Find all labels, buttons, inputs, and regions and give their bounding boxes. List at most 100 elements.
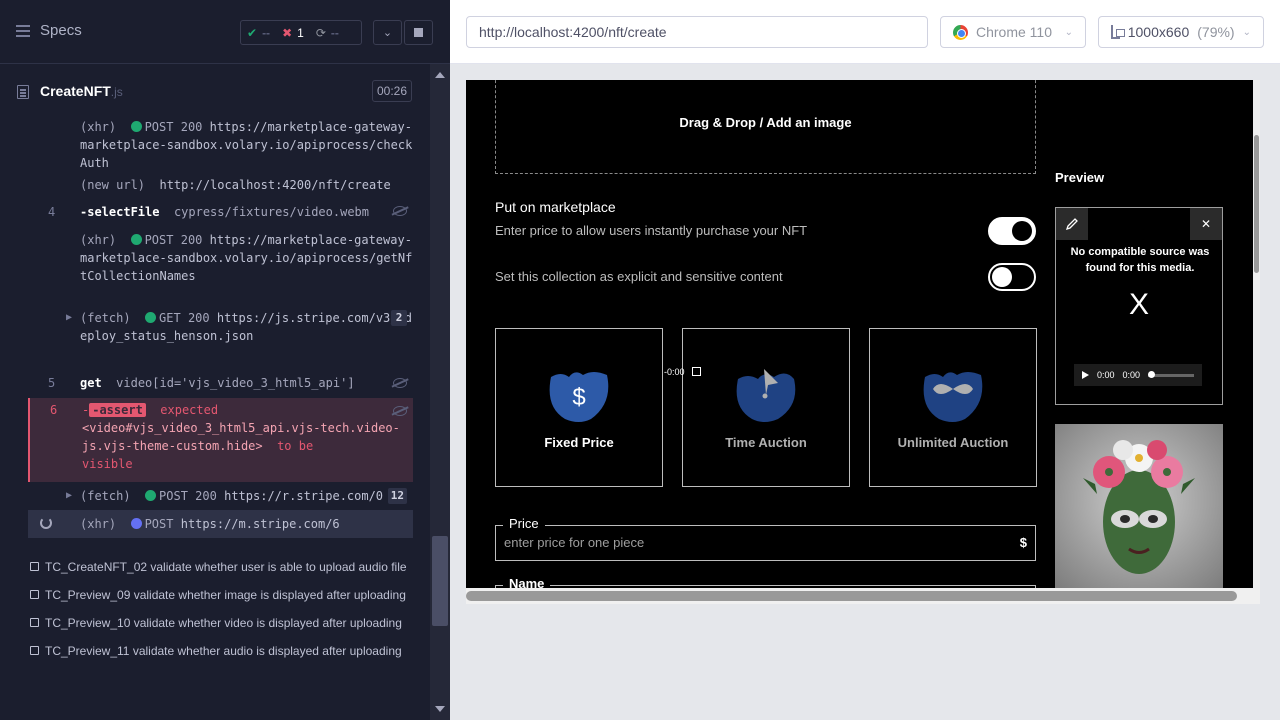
test-status-icon xyxy=(30,618,39,627)
preview-title: Preview xyxy=(1055,170,1105,185)
scrollbar-thumb[interactable] xyxy=(466,591,1237,601)
unlimited-auction-label: Unlimited Auction xyxy=(897,435,1009,450)
aut-iframe: Drag & Drop / Add an image Put on market… xyxy=(466,80,1260,604)
specs-toggle-button[interactable]: Specs xyxy=(16,22,82,39)
chevron-down-icon[interactable]: ⌄ xyxy=(373,20,402,45)
reporter-scrollbar[interactable] xyxy=(430,64,450,720)
price-placeholder: enter price for one piece xyxy=(504,535,645,550)
fixed-price-label: Fixed Price xyxy=(544,435,614,450)
loading-spinner-icon xyxy=(40,517,52,529)
play-icon[interactable] xyxy=(1082,371,1089,379)
test-status-icon xyxy=(30,646,39,655)
request-count-badge: 12 xyxy=(387,488,407,504)
command-new-url[interactable]: (new url) http://localhost:4200/nft/crea… xyxy=(28,170,413,198)
viewport-zoom: (79%) xyxy=(1197,24,1235,40)
command-assert-failed[interactable]: 6- -assert expected <video#vjs_video_3_ht… xyxy=(28,398,413,482)
unlimited-auction-card[interactable]: Unlimited Auction xyxy=(869,328,1037,487)
spec-file-header[interactable]: CreateNFT.js xyxy=(0,64,430,118)
viewport-select[interactable]: 1000x660 (79%) ⌄ xyxy=(1098,16,1264,48)
command-xhr-pending[interactable]: (xhr) POST https://m.stripe.com/6 xyxy=(28,510,413,538)
url-input[interactable]: http://localhost:4200/nft/create xyxy=(466,16,928,48)
currency-symbol: $ xyxy=(1019,535,1027,550)
command-log: (xhr) POST 200 https://marketplace-gatew… xyxy=(28,118,413,538)
specs-label: Specs xyxy=(40,22,82,39)
menu-icon xyxy=(16,24,30,37)
browser-select[interactable]: Chrome 110 ⌄ xyxy=(940,16,1086,48)
test-item[interactable]: TC_Preview_11 validate whether audio is … xyxy=(28,642,413,660)
edit-icon[interactable] xyxy=(1056,208,1088,240)
name-label: Name xyxy=(503,576,551,588)
test-item[interactable]: TC_CreateNFT_02 validate whether user is… xyxy=(28,558,413,576)
aut-header: http://localhost:4200/nft/create Chrome … xyxy=(450,0,1280,64)
video-remaining-time: -0:00 xyxy=(664,367,685,377)
mask-illustration xyxy=(1083,440,1195,574)
marketplace-toggle[interactable] xyxy=(988,217,1036,245)
app-horizontal-scrollbar[interactable] xyxy=(466,588,1260,604)
test-item[interactable]: TC_Preview_10 validate whether video is … xyxy=(28,614,413,632)
chrome-icon xyxy=(953,24,968,40)
passed-stat: ✔ -- xyxy=(247,25,271,40)
pending-stat: ⟳ -- xyxy=(315,25,339,40)
eye-slash-icon[interactable] xyxy=(393,406,407,416)
status-dot xyxy=(130,234,142,245)
mask-image xyxy=(1055,424,1223,588)
test-list: TC_CreateNFT_02 validate whether user is… xyxy=(28,558,413,670)
command-get[interactable]: 5 get video[id='vjs_video_3_html5_api'] xyxy=(28,372,413,398)
image-dropzone[interactable]: Drag & Drop / Add an image xyxy=(495,80,1036,174)
time-auction-card[interactable]: Time Auction xyxy=(682,328,850,487)
browser-name: Chrome 110 xyxy=(976,24,1053,40)
command-fetch[interactable]: ▶ (fetch) GET 200 https://js.stripe.com/… xyxy=(28,308,413,372)
command-select-file[interactable]: 4 -selectFile cypress/fixtures/video.webm xyxy=(28,198,413,226)
scrollbar-thumb[interactable] xyxy=(1254,135,1259,273)
video-controls: 0:00 0:00 xyxy=(1074,364,1202,386)
video-duration: 0:00 xyxy=(1122,370,1141,380)
chevron-right-icon[interactable]: ▶ xyxy=(66,487,72,505)
chevron-right-icon[interactable]: ▶ xyxy=(66,309,72,327)
command-fetch[interactable]: ▶ (fetch) POST 200 https://r.stripe.com/… xyxy=(28,482,413,508)
create-nft-page: Drag & Drop / Add an image Put on market… xyxy=(466,80,1253,588)
status-dot xyxy=(130,121,142,132)
status-dot xyxy=(130,518,142,529)
command-xhr[interactable]: (xhr) POST 200 https://marketplace-gatew… xyxy=(28,118,413,170)
reporter-header: Specs ✔ -- ✖ 1 ⟳ -- ⌄ xyxy=(0,0,450,64)
price-label: Price xyxy=(503,516,545,531)
failed-stat: ✖ 1 xyxy=(282,25,304,40)
test-status-icon xyxy=(30,590,39,599)
viewport-size: 1000x660 xyxy=(1127,24,1190,40)
viewport-icon xyxy=(1111,25,1125,39)
assert-tag: -assert xyxy=(89,403,146,417)
stop-icon xyxy=(414,28,423,37)
fullscreen-icon[interactable] xyxy=(692,367,701,376)
status-dot xyxy=(145,312,157,323)
fixed-price-card[interactable]: $ Fixed Price xyxy=(495,328,663,487)
explicit-label: Set this collection as explicit and sens… xyxy=(495,269,783,284)
explicit-toggle[interactable] xyxy=(988,263,1036,291)
marketplace-title: Put on marketplace xyxy=(495,199,616,215)
scroll-down-icon[interactable] xyxy=(435,706,445,712)
svg-text:$: $ xyxy=(572,384,585,411)
request-count-badge: 2 xyxy=(391,310,407,326)
eye-slash-icon[interactable] xyxy=(393,378,407,388)
command-xhr[interactable]: (xhr) POST 200 https://marketplace-gatew… xyxy=(28,226,413,308)
chevron-down-icon: ⌄ xyxy=(1242,26,1251,38)
test-stats: ✔ -- ✖ 1 ⟳ -- xyxy=(240,20,362,45)
test-item[interactable]: TC_Preview_09 validate whether image is … xyxy=(28,586,413,604)
close-icon[interactable]: ✕ xyxy=(1190,208,1222,240)
infinity-icon xyxy=(923,372,983,422)
price-input[interactable]: enter price for one piece $ xyxy=(495,525,1036,561)
file-icon xyxy=(17,85,29,99)
video-error-x: X xyxy=(1128,288,1149,321)
video-progress-bar[interactable] xyxy=(1148,371,1194,378)
marketplace-subtitle: Enter price to allow users instantly pur… xyxy=(495,223,808,238)
chevron-down-icon: ⌄ xyxy=(1064,26,1073,38)
video-error-message: No compatible source was found for this … xyxy=(1070,246,1210,274)
eye-slash-icon[interactable] xyxy=(393,206,407,216)
video-current-time: 0:00 xyxy=(1097,370,1115,380)
cypress-reporter: Specs ✔ -- ✖ 1 ⟳ -- ⌄ CreateNFT.js 00:26… xyxy=(0,0,450,720)
test-status-icon xyxy=(30,562,39,571)
time-auction-label: Time Auction xyxy=(725,435,807,450)
scrollbar-thumb[interactable] xyxy=(432,536,448,626)
app-vertical-scrollbar[interactable] xyxy=(1253,80,1260,588)
stop-button[interactable] xyxy=(404,20,433,45)
scroll-up-icon[interactable] xyxy=(435,72,445,78)
